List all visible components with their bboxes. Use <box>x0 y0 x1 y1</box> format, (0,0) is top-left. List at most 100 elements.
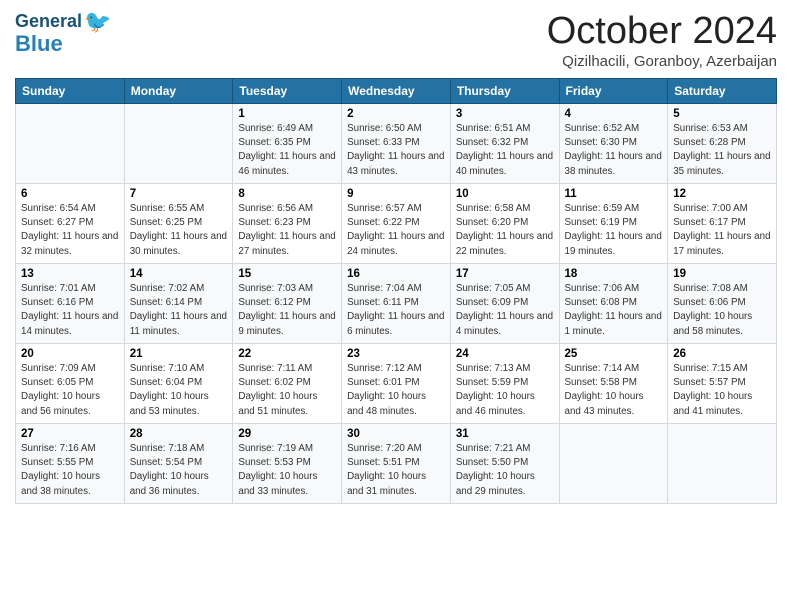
day-number: 28 <box>130 428 228 440</box>
calendar-body: 1 Sunrise: 6:49 AM Sunset: 6:35 PM Daylig… <box>16 104 777 504</box>
weekday-header: Tuesday <box>233 79 342 104</box>
calendar-cell <box>559 424 668 504</box>
day-number: 19 <box>673 268 771 280</box>
day-number: 9 <box>347 188 445 200</box>
day-info: Sunrise: 6:51 AM Sunset: 6:32 PM Dayligh… <box>456 122 554 179</box>
calendar-week-row: 13 Sunrise: 7:01 AM Sunset: 6:16 PM Dayli… <box>16 264 777 344</box>
day-info: Sunrise: 6:50 AM Sunset: 6:33 PM Dayligh… <box>347 122 445 179</box>
day-number: 31 <box>456 428 554 440</box>
day-number: 2 <box>347 108 445 120</box>
day-info: Sunrise: 6:59 AM Sunset: 6:19 PM Dayligh… <box>565 202 663 259</box>
calendar-cell: 7 Sunrise: 6:55 AM Sunset: 6:25 PM Daylig… <box>124 184 233 264</box>
calendar-header-row: SundayMondayTuesdayWednesdayThursdayFrid… <box>16 79 777 104</box>
day-info: Sunrise: 7:06 AM Sunset: 6:08 PM Dayligh… <box>565 282 663 339</box>
day-info: Sunrise: 7:09 AM Sunset: 6:05 PM Dayligh… <box>21 362 119 419</box>
day-number: 27 <box>21 428 119 440</box>
calendar-cell: 20 Sunrise: 7:09 AM Sunset: 6:05 PM Dayli… <box>16 344 125 424</box>
calendar-cell: 2 Sunrise: 6:50 AM Sunset: 6:33 PM Daylig… <box>342 104 451 184</box>
page-header: General 🐦 Blue October 2024 Qizilhacili,… <box>15 10 777 70</box>
day-info: Sunrise: 7:01 AM Sunset: 6:16 PM Dayligh… <box>21 282 119 339</box>
calendar-cell: 26Sunrise: 7:15 AM Sunset: 5:57 PM Dayli… <box>668 344 777 424</box>
day-number: 25 <box>565 348 663 360</box>
calendar-cell: 3Sunrise: 6:51 AM Sunset: 6:32 PM Daylig… <box>450 104 559 184</box>
calendar-cell: 6Sunrise: 6:54 AM Sunset: 6:27 PM Daylig… <box>16 184 125 264</box>
day-number: 6 <box>21 188 119 200</box>
day-info: Sunrise: 7:19 AM Sunset: 5:53 PM Dayligh… <box>238 442 336 499</box>
calendar-cell: 17 Sunrise: 7:05 AM Sunset: 6:09 PM Dayli… <box>450 264 559 344</box>
day-info: Sunrise: 7:15 AM Sunset: 5:57 PM Dayligh… <box>673 362 771 419</box>
day-number: 29 <box>238 428 336 440</box>
day-number: 8 <box>238 188 336 200</box>
calendar-cell <box>668 424 777 504</box>
logo-blue: Blue <box>15 32 63 56</box>
calendar-cell: 14 Sunrise: 7:02 AM Sunset: 6:14 PM Dayli… <box>124 264 233 344</box>
day-info: Sunrise: 7:16 AM Sunset: 5:55 PM Dayligh… <box>21 442 119 499</box>
weekday-header: Thursday <box>450 79 559 104</box>
calendar-cell <box>16 104 125 184</box>
day-number: 1 <box>238 108 336 120</box>
day-info: Sunrise: 7:00 AM Sunset: 6:17 PM Dayligh… <box>673 202 771 259</box>
day-number: 14 <box>130 268 228 280</box>
calendar-table: SundayMondayTuesdayWednesdayThursdayFrid… <box>15 78 777 504</box>
day-number: 21 <box>130 348 228 360</box>
calendar-cell: 10 Sunrise: 6:58 AM Sunset: 6:20 PM Dayli… <box>450 184 559 264</box>
day-info: Sunrise: 7:05 AM Sunset: 6:09 PM Dayligh… <box>456 282 554 339</box>
calendar-cell: 31 Sunrise: 7:21 AM Sunset: 5:50 PM Dayli… <box>450 424 559 504</box>
calendar-cell: 23Sunrise: 7:12 AM Sunset: 6:01 PM Dayli… <box>342 344 451 424</box>
calendar-cell: 12Sunrise: 7:00 AM Sunset: 6:17 PM Dayli… <box>668 184 777 264</box>
logo-general: General <box>15 12 82 32</box>
title-block: October 2024 Qizilhacili, Goranboy, Azer… <box>547 10 777 70</box>
day-info: Sunrise: 7:14 AM Sunset: 5:58 PM Dayligh… <box>565 362 663 419</box>
day-number: 23 <box>347 348 445 360</box>
calendar-week-row: 20 Sunrise: 7:09 AM Sunset: 6:05 PM Dayli… <box>16 344 777 424</box>
day-info: Sunrise: 6:49 AM Sunset: 6:35 PM Dayligh… <box>238 122 336 179</box>
calendar-cell: 28 Sunrise: 7:18 AM Sunset: 5:54 PM Dayli… <box>124 424 233 504</box>
calendar-cell: 21 Sunrise: 7:10 AM Sunset: 6:04 PM Dayli… <box>124 344 233 424</box>
day-number: 17 <box>456 268 554 280</box>
day-info: Sunrise: 6:55 AM Sunset: 6:25 PM Dayligh… <box>130 202 228 259</box>
day-number: 4 <box>565 108 663 120</box>
day-number: 10 <box>456 188 554 200</box>
day-info: Sunrise: 7:11 AM Sunset: 6:02 PM Dayligh… <box>238 362 336 419</box>
calendar-cell: 29 Sunrise: 7:19 AM Sunset: 5:53 PM Dayli… <box>233 424 342 504</box>
calendar-cell: 9 Sunrise: 6:57 AM Sunset: 6:22 PM Daylig… <box>342 184 451 264</box>
day-info: Sunrise: 7:21 AM Sunset: 5:50 PM Dayligh… <box>456 442 554 499</box>
day-number: 22 <box>238 348 336 360</box>
day-number: 13 <box>21 268 119 280</box>
day-number: 20 <box>21 348 119 360</box>
day-info: Sunrise: 6:57 AM Sunset: 6:22 PM Dayligh… <box>347 202 445 259</box>
day-info: Sunrise: 7:02 AM Sunset: 6:14 PM Dayligh… <box>130 282 228 339</box>
day-info: Sunrise: 7:04 AM Sunset: 6:11 PM Dayligh… <box>347 282 445 339</box>
calendar-cell: 15 Sunrise: 7:03 AM Sunset: 6:12 PM Dayli… <box>233 264 342 344</box>
calendar-cell: 1 Sunrise: 6:49 AM Sunset: 6:35 PM Daylig… <box>233 104 342 184</box>
day-number: 5 <box>673 108 771 120</box>
weekday-header: Sunday <box>16 79 125 104</box>
day-info: Sunrise: 6:56 AM Sunset: 6:23 PM Dayligh… <box>238 202 336 259</box>
calendar-week-row: 27 Sunrise: 7:16 AM Sunset: 5:55 PM Dayli… <box>16 424 777 504</box>
location: Qizilhacili, Goranboy, Azerbaijan <box>547 53 777 70</box>
calendar-week-row: 6Sunrise: 6:54 AM Sunset: 6:27 PM Daylig… <box>16 184 777 264</box>
day-number: 15 <box>238 268 336 280</box>
day-number: 30 <box>347 428 445 440</box>
day-info: Sunrise: 6:58 AM Sunset: 6:20 PM Dayligh… <box>456 202 554 259</box>
calendar-cell: 27 Sunrise: 7:16 AM Sunset: 5:55 PM Dayli… <box>16 424 125 504</box>
calendar-cell: 25 Sunrise: 7:14 AM Sunset: 5:58 PM Dayli… <box>559 344 668 424</box>
day-number: 24 <box>456 348 554 360</box>
day-info: Sunrise: 7:08 AM Sunset: 6:06 PM Dayligh… <box>673 282 771 339</box>
day-number: 7 <box>130 188 228 200</box>
calendar-cell: 30 Sunrise: 7:20 AM Sunset: 5:51 PM Dayli… <box>342 424 451 504</box>
calendar-cell: 19 Sunrise: 7:08 AM Sunset: 6:06 PM Dayli… <box>668 264 777 344</box>
calendar-cell: 22 Sunrise: 7:11 AM Sunset: 6:02 PM Dayli… <box>233 344 342 424</box>
day-info: Sunrise: 7:18 AM Sunset: 5:54 PM Dayligh… <box>130 442 228 499</box>
calendar-cell <box>124 104 233 184</box>
calendar-cell: 13 Sunrise: 7:01 AM Sunset: 6:16 PM Dayli… <box>16 264 125 344</box>
weekday-header: Monday <box>124 79 233 104</box>
weekday-header: Wednesday <box>342 79 451 104</box>
day-info: Sunrise: 7:10 AM Sunset: 6:04 PM Dayligh… <box>130 362 228 419</box>
day-number: 16 <box>347 268 445 280</box>
day-info: Sunrise: 7:13 AM Sunset: 5:59 PM Dayligh… <box>456 362 554 419</box>
weekday-header: Saturday <box>668 79 777 104</box>
day-info: Sunrise: 7:03 AM Sunset: 6:12 PM Dayligh… <box>238 282 336 339</box>
month-title: October 2024 <box>547 10 777 53</box>
day-info: Sunrise: 7:20 AM Sunset: 5:51 PM Dayligh… <box>347 442 445 499</box>
